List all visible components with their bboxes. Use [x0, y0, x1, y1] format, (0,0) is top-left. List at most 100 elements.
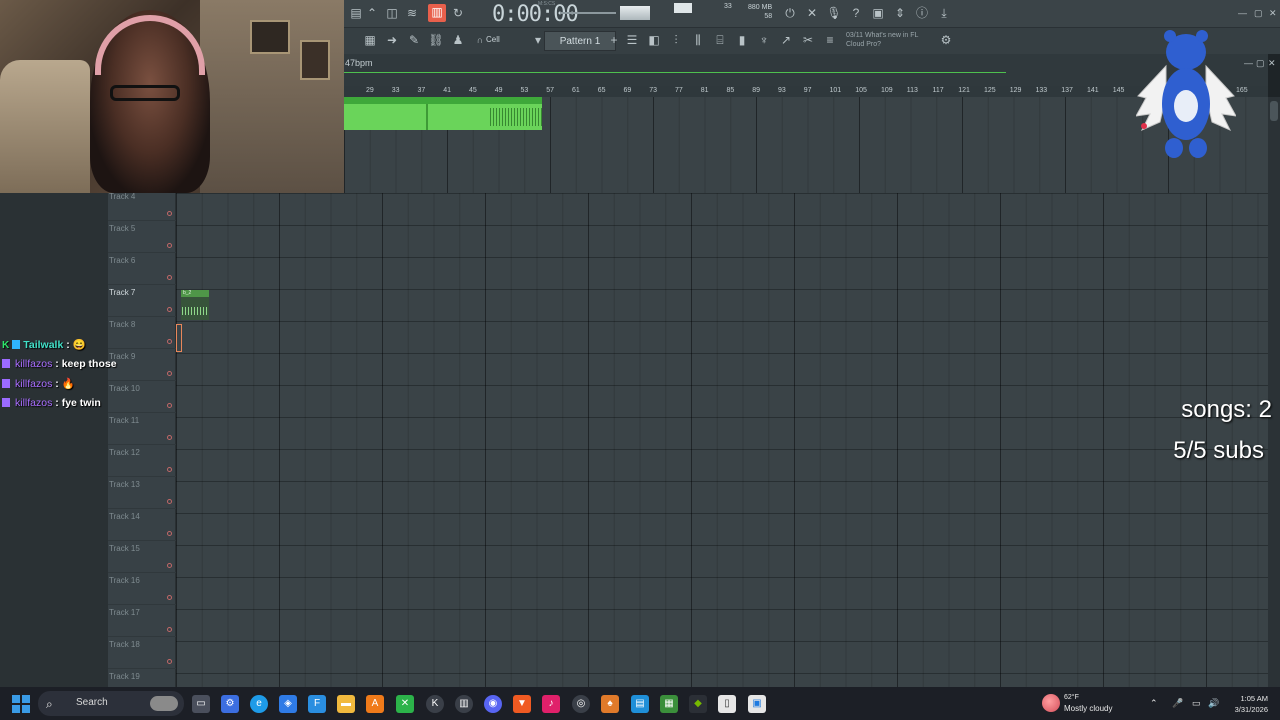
chevron-up-icon[interactable]: ⌃ — [1150, 698, 1158, 709]
track-mute-icon[interactable] — [167, 659, 172, 664]
track-mute-icon[interactable] — [167, 627, 172, 632]
snap-selector[interactable]: Cell — [486, 35, 500, 44]
track-header[interactable]: Track 17 — [108, 605, 176, 637]
app-icon[interactable]: K — [426, 695, 444, 713]
playlist-icon[interactable]: ☰ — [624, 32, 640, 48]
track-mute-icon[interactable] — [167, 499, 172, 504]
plugin-icon[interactable]: ▮ — [734, 32, 750, 48]
track-mute-icon[interactable] — [167, 275, 172, 280]
track-7-clip[interactable]: b_2 — [181, 290, 209, 320]
track-mute-icon[interactable] — [167, 595, 172, 600]
playlist-minimize-icon[interactable]: — — [1244, 58, 1253, 68]
menu-icon[interactable]: ▤ — [348, 5, 364, 21]
news-icon[interactable]: ≡ — [822, 32, 838, 48]
add-pattern-icon[interactable]: + — [606, 32, 622, 48]
track-mute-icon[interactable] — [167, 531, 172, 536]
microphone-icon[interactable]: 🎙 — [826, 5, 842, 21]
eq-icon[interactable]: ⫼ — [690, 32, 706, 48]
audio-clip[interactable] — [344, 97, 542, 130]
edge-icon[interactable]: e — [250, 695, 268, 713]
help-icon[interactable]: ? — [848, 5, 864, 21]
app-icon[interactable]: A — [366, 695, 384, 713]
track-header[interactable]: Track 18 — [108, 637, 176, 669]
tempo-display[interactable]: 47bpm — [345, 58, 373, 68]
close-icon[interactable]: ✕ — [1269, 8, 1277, 19]
app-icon[interactable]: ▣ — [748, 695, 766, 713]
app-icon[interactable]: ⚙ — [221, 695, 239, 713]
track-mute-icon[interactable] — [167, 435, 172, 440]
browser-icon[interactable]: ⌸ — [712, 32, 728, 48]
playhead-marker[interactable] — [176, 324, 182, 352]
track-mute-icon[interactable] — [167, 339, 172, 344]
track-header[interactable]: Track 6 — [108, 253, 176, 285]
playlist-maximize-icon[interactable]: ▢ — [1256, 58, 1265, 69]
track-mute-icon[interactable] — [167, 211, 172, 216]
app-icon[interactable]: ▦ — [660, 695, 678, 713]
obs-icon[interactable]: ◎ — [572, 695, 590, 713]
record-button[interactable]: ▥ — [428, 4, 446, 22]
file-explorer-icon[interactable]: ▬ — [337, 695, 355, 713]
taskbar-clock[interactable]: 1:05 AM 3/31/2026 — [1228, 693, 1268, 715]
vertical-scrollbar[interactable] — [1268, 97, 1280, 687]
track-mute-icon[interactable] — [167, 563, 172, 568]
microphone-tray-icon[interactable]: 🎤 — [1172, 698, 1183, 709]
track-mute-icon[interactable] — [167, 243, 172, 248]
download-icon[interactable]: ⤓ — [936, 5, 952, 21]
playlist-grid[interactable] — [176, 193, 1268, 687]
brave-icon[interactable]: ▼ — [513, 695, 531, 713]
track-header[interactable]: Track 7 — [108, 285, 176, 317]
save-icon[interactable]: ▣ — [870, 5, 886, 21]
app-icon[interactable]: F — [308, 695, 326, 713]
track-header[interactable]: Track 16 — [108, 573, 176, 605]
track-mute-icon[interactable] — [167, 403, 172, 408]
channel-rack-icon[interactable]: ◧ — [646, 32, 662, 48]
track-mute-icon[interactable] — [167, 467, 172, 472]
tiktok-icon[interactable]: ♪ — [542, 695, 560, 713]
audio-icon[interactable]: ♆ — [756, 32, 772, 48]
app-icon[interactable]: ◈ — [279, 695, 297, 713]
countdown-icon[interactable]: ≋ — [404, 5, 420, 21]
notepad-icon[interactable]: ▯ — [718, 695, 736, 713]
track-header[interactable]: Track 13 — [108, 477, 176, 509]
mixer-view-icon[interactable]: ⫶ — [668, 32, 684, 48]
news-panel[interactable]: 03/11 What's new in FL Cloud Pro? — [846, 31, 918, 49]
track-mute-icon[interactable] — [167, 371, 172, 376]
mixer-icon[interactable]: ✕ — [804, 5, 820, 21]
track-header[interactable]: Track 14 — [108, 509, 176, 541]
track-header[interactable]: Track 12 — [108, 445, 176, 477]
minimize-icon[interactable]: — — [1238, 8, 1247, 18]
timeline-ruler[interactable]: 29 33 37 41 45 49 53 57 61 65 69 73 77 81 85 89 93 97 101 1… — [344, 86, 1268, 97]
track-header[interactable]: Track 4 — [108, 189, 176, 221]
arrow-icon[interactable]: ➜ — [384, 32, 400, 48]
wait-input-icon[interactable]: ◫ — [384, 5, 400, 21]
piano-roll-icon[interactable]: ▦ — [362, 32, 378, 48]
track-header[interactable]: Track 15 — [108, 541, 176, 573]
discord-icon[interactable]: ◉ — [484, 695, 502, 713]
pencil-icon[interactable]: ✎ — [406, 32, 422, 48]
app-icon[interactable]: ✕ — [396, 695, 414, 713]
volume-icon[interactable]: 🔊 — [1208, 698, 1219, 709]
track-header[interactable]: Track 5 — [108, 221, 176, 253]
export-icon[interactable]: ⇕ — [892, 5, 908, 21]
track-mute-icon[interactable] — [167, 307, 172, 312]
loop-record-icon[interactable]: ↻ — [450, 5, 466, 21]
taskbar-search[interactable]: ⌕ Search — [38, 691, 184, 716]
power-icon[interactable]: ⏻ — [782, 5, 798, 21]
stamp-icon[interactable]: ♟ — [450, 32, 466, 48]
playlist-close-icon[interactable]: ✕ — [1268, 58, 1276, 69]
link-icon[interactable]: ⛓ — [428, 32, 444, 48]
task-view-icon[interactable]: ▭ — [192, 695, 210, 713]
settings-icon[interactable]: ⚙ — [938, 32, 954, 48]
fl-studio-icon[interactable]: ♠ — [601, 695, 619, 713]
tuner-icon[interactable]: ↗ — [778, 32, 794, 48]
maximize-icon[interactable]: ▢ — [1254, 8, 1263, 19]
display-icon[interactable]: ▭ — [1192, 698, 1201, 709]
tool-icon[interactable]: ✂ — [800, 32, 816, 48]
info-icon[interactable]: ⓘ — [914, 5, 930, 21]
app-icon[interactable]: ▤ — [631, 695, 649, 713]
windows-start-icon[interactable] — [12, 695, 30, 713]
nvidia-icon[interactable]: ◆ — [689, 695, 707, 713]
master-volume-meter[interactable] — [560, 6, 670, 20]
metronome-icon[interactable]: ⌃ — [364, 5, 380, 21]
app-icon[interactable]: ▥ — [455, 695, 473, 713]
